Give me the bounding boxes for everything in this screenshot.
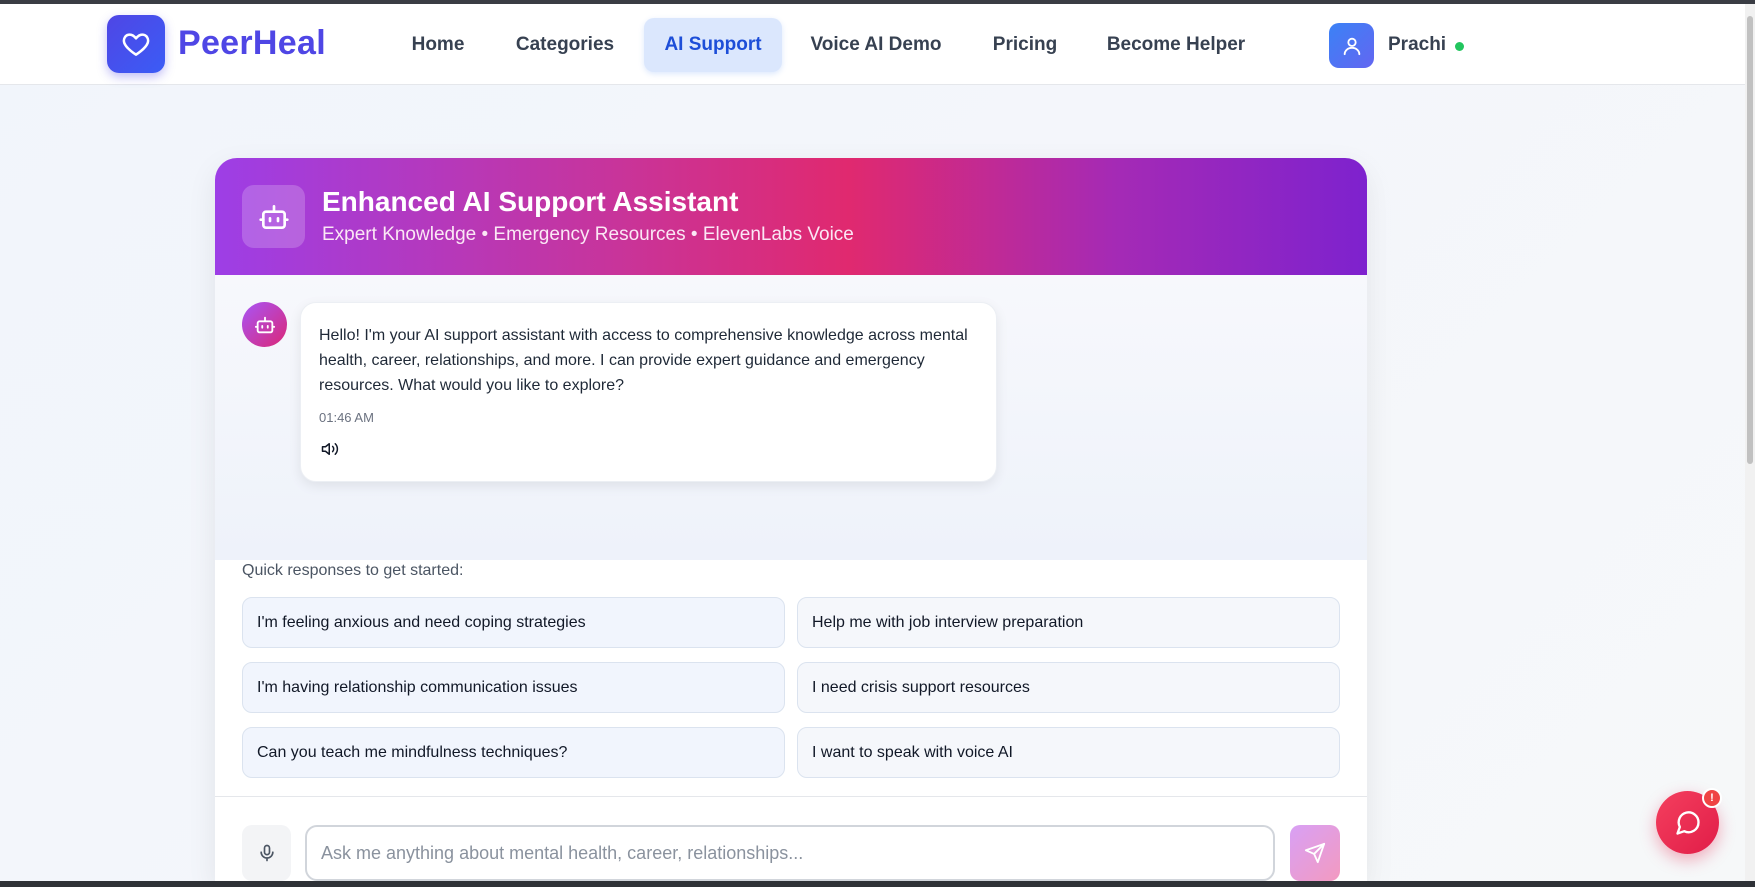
ai-assistant-card: Enhanced AI Support Assistant Expert Kno… xyxy=(215,158,1367,881)
bot-avatar xyxy=(242,302,287,347)
quick-response-relationship[interactable]: I'm having relationship communication is… xyxy=(242,662,785,713)
quick-response-interview[interactable]: Help me with job interview preparation xyxy=(797,597,1340,648)
robot-icon xyxy=(258,204,289,229)
nav-voice-ai-demo[interactable]: Voice AI Demo xyxy=(800,18,952,72)
send-icon xyxy=(1304,842,1326,864)
top-navbar: PeerHeal Home Categories AI Support Voic… xyxy=(0,4,1745,85)
chat-input[interactable] xyxy=(305,825,1275,881)
brand-logo[interactable] xyxy=(107,15,165,73)
user-avatar[interactable] xyxy=(1329,23,1374,68)
robot-icon xyxy=(254,316,275,333)
nav-become-helper[interactable]: Become Helper xyxy=(1098,18,1254,72)
quick-response-anxiety[interactable]: I'm feeling anxious and need coping stra… xyxy=(242,597,785,648)
input-divider xyxy=(215,796,1367,797)
assistant-title: Enhanced AI Support Assistant xyxy=(322,186,739,217)
notification-badge: ! xyxy=(1702,788,1722,808)
heart-icon xyxy=(122,33,150,56)
quick-response-crisis[interactable]: I need crisis support resources xyxy=(797,662,1340,713)
message-text: Hello! I'm your AI support assistant wit… xyxy=(319,327,968,394)
nav-home[interactable]: Home xyxy=(396,18,480,72)
play-audio-button[interactable] xyxy=(321,439,343,459)
scrollbar-thumb[interactable] xyxy=(1747,16,1753,464)
message-timestamp: 01:46 AM xyxy=(319,410,374,425)
chat-messages-area[interactable]: Hello! I'm your AI support assistant wit… xyxy=(215,275,1367,560)
nav-pricing[interactable]: Pricing xyxy=(978,18,1072,72)
mic-button[interactable] xyxy=(242,825,291,881)
user-icon xyxy=(1343,37,1360,55)
quick-response-mindfulness[interactable]: Can you teach me mindfulness techniques? xyxy=(242,727,785,778)
quick-response-voice-ai[interactable]: I want to speak with voice AI xyxy=(797,727,1340,778)
nav-ai-support[interactable]: AI Support xyxy=(644,18,782,72)
send-button[interactable] xyxy=(1290,825,1340,881)
assistant-subtitle: Expert Knowledge • Emergency Resources •… xyxy=(322,224,854,245)
assistant-header: Enhanced AI Support Assistant Expert Kno… xyxy=(215,158,1367,275)
chat-bubble-icon xyxy=(1675,810,1700,835)
online-status-dot xyxy=(1455,42,1464,51)
bot-message: Hello! I'm your AI support assistant wit… xyxy=(300,302,997,482)
quick-responses-label: Quick responses to get started: xyxy=(242,562,464,579)
user-name[interactable]: Prachi xyxy=(1388,34,1446,56)
assistant-header-icon xyxy=(242,185,305,248)
speaker-icon xyxy=(321,443,339,455)
nav-categories[interactable]: Categories xyxy=(503,18,627,72)
window-bottom-strip xyxy=(0,881,1755,887)
brand-name[interactable]: PeerHeal xyxy=(178,24,326,63)
mic-icon xyxy=(259,844,274,862)
